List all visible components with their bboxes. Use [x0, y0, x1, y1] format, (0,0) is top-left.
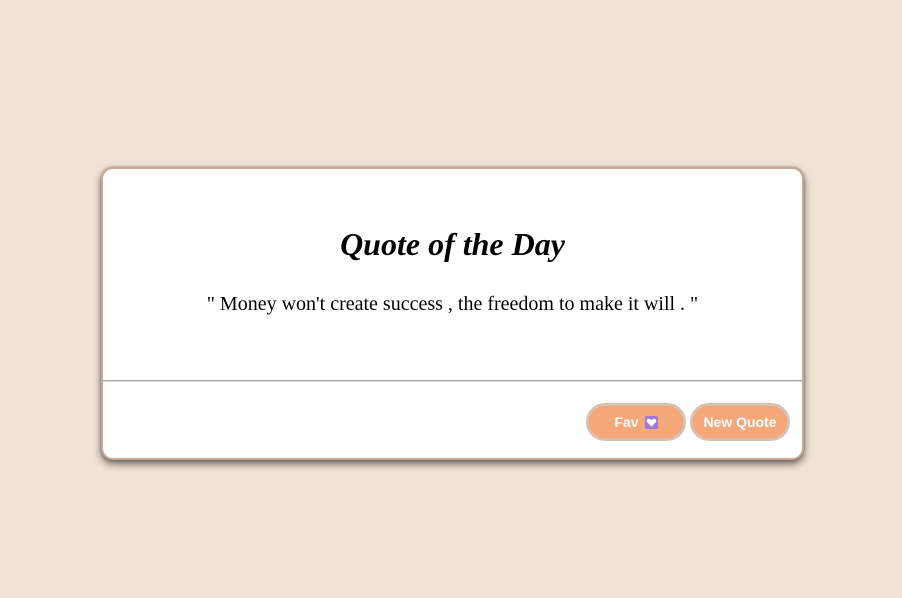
new-quote-button[interactable]: New Quote: [690, 403, 790, 441]
heart-icon: [644, 415, 658, 429]
fav-button[interactable]: Fav: [586, 403, 686, 441]
quote-title: Quote of the Day: [340, 226, 565, 262]
quote-text: " Money won't create success , the freed…: [206, 293, 699, 315]
card-divider: [103, 380, 802, 382]
fav-button-label: Fav: [614, 414, 639, 430]
new-quote-button-label: New Quote: [703, 414, 777, 430]
quote-card: Quote of the Day " Money won't create su…: [101, 167, 804, 460]
